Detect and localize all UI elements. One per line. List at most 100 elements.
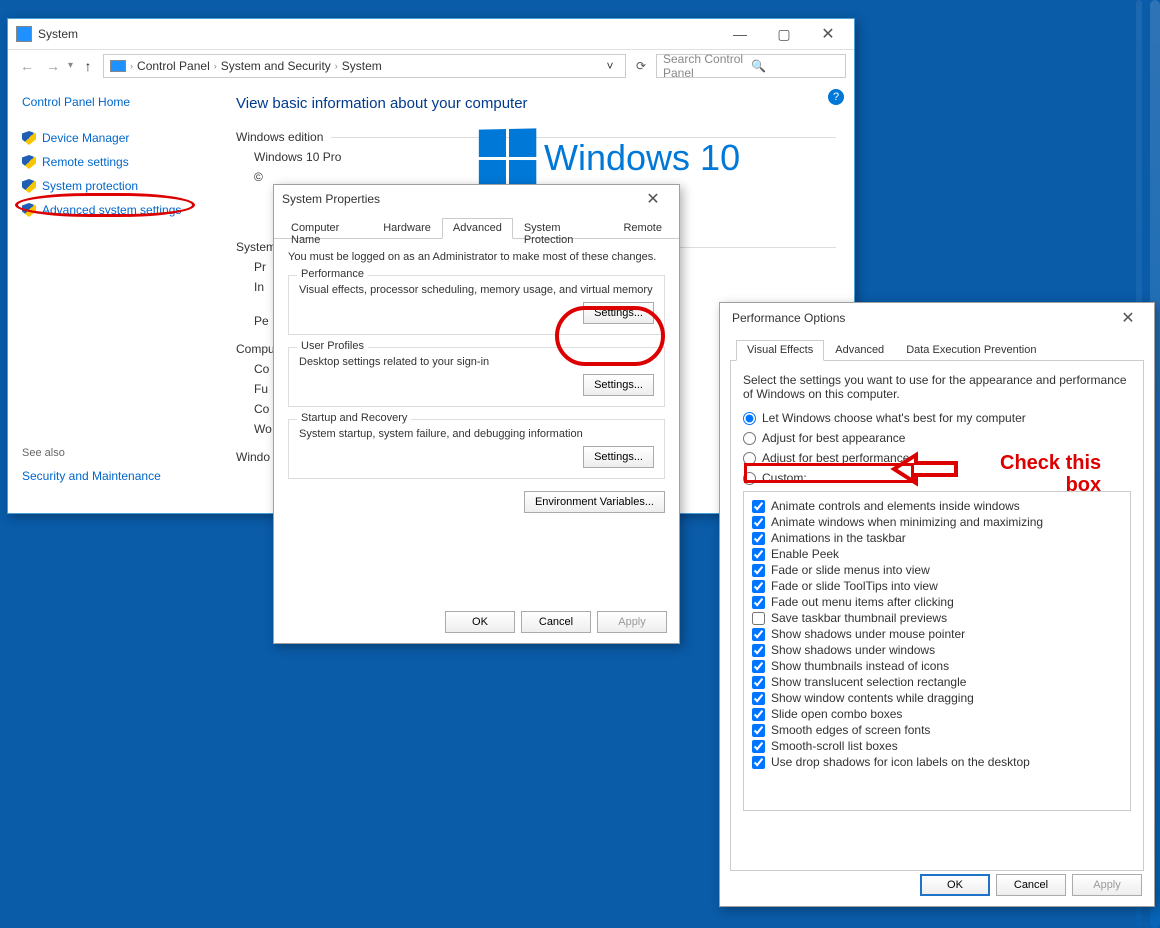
refresh-button[interactable]: ⟳ (630, 59, 652, 73)
checklist-item[interactable]: Show thumbnails instead of icons (752, 658, 1122, 674)
props-tabs: Computer Name Hardware Advanced System P… (274, 217, 679, 239)
close-button[interactable]: ✕ (806, 21, 850, 47)
apply-button[interactable]: Apply (597, 611, 667, 633)
group-title: Startup and Recovery (297, 412, 411, 424)
checklist-item[interactable]: Show window contents while dragging (752, 690, 1122, 706)
checklist-item[interactable]: Smooth edges of screen fonts (752, 722, 1122, 738)
checkbox-label: Animate controls and elements inside win… (771, 499, 1020, 513)
close-button[interactable]: ✕ (1106, 305, 1150, 331)
checkbox-input[interactable] (752, 516, 765, 529)
back-button[interactable]: ← (16, 58, 38, 74)
sidebar-link-security-maintenance[interactable]: Security and Maintenance (22, 469, 204, 483)
help-icon[interactable]: ? (828, 89, 844, 105)
admin-note: You must be logged on as an Administrato… (288, 251, 665, 263)
checkbox-input[interactable] (752, 532, 765, 545)
checklist-item[interactable]: Show translucent selection rectangle (752, 674, 1122, 690)
radio-best-appearance[interactable]: Adjust for best appearance (743, 431, 1131, 445)
checklist-item[interactable]: Fade or slide menus into view (752, 562, 1122, 578)
startup-settings-button[interactable]: Settings... (583, 446, 654, 468)
checkbox-input[interactable] (752, 580, 765, 593)
checkbox-input[interactable] (752, 596, 765, 609)
checkbox-input[interactable] (752, 548, 765, 561)
tab-remote[interactable]: Remote (612, 218, 673, 239)
tab-advanced[interactable]: Advanced (824, 340, 895, 361)
ok-button[interactable]: OK (920, 874, 990, 896)
ok-button[interactable]: OK (445, 611, 515, 633)
perf-titlebar[interactable]: Performance Options ✕ (720, 303, 1154, 333)
sidebar-link-label: Device Manager (42, 131, 129, 145)
breadcrumb-part[interactable]: System (342, 59, 382, 73)
tab-system-protection[interactable]: System Protection (513, 218, 613, 239)
checklist-item[interactable]: Fade out menu items after clicking (752, 594, 1122, 610)
close-button[interactable]: ✕ (631, 186, 675, 212)
checklist-item[interactable]: Show shadows under windows (752, 642, 1122, 658)
checkbox-label: Smooth-scroll list boxes (771, 739, 898, 753)
checkbox-input[interactable] (752, 628, 765, 641)
address-bar[interactable]: › Control Panel › System and Security › … (103, 54, 626, 78)
props-title: System Properties (282, 192, 631, 206)
history-dropdown[interactable]: ▾ (68, 60, 73, 71)
search-icon: 🔍 (751, 59, 839, 73)
cancel-button[interactable]: Cancel (996, 874, 1066, 896)
address-dropdown[interactable]: ˅ (601, 59, 619, 73)
checkbox-label: Fade out menu items after clicking (771, 595, 954, 609)
control-panel-home-link[interactable]: Control Panel Home (22, 95, 204, 109)
checkbox-input[interactable] (752, 708, 765, 721)
checklist-item[interactable]: Use drop shadows for icon labels on the … (752, 754, 1122, 770)
sidebar-link-device-manager[interactable]: Device Manager (22, 131, 204, 145)
system-title: System (38, 27, 718, 41)
user-profiles-settings-button[interactable]: Settings... (583, 374, 654, 396)
checklist-item[interactable]: Show shadows under mouse pointer (752, 626, 1122, 642)
checkbox-input[interactable] (752, 612, 765, 625)
cancel-button[interactable]: Cancel (521, 611, 591, 633)
checkbox-label: Use drop shadows for icon labels on the … (771, 755, 1030, 769)
tab-visual-effects[interactable]: Visual Effects (736, 340, 824, 361)
group-desc: Visual effects, processor scheduling, me… (299, 284, 654, 296)
breadcrumb-part[interactable]: Control Panel (137, 59, 210, 73)
checkbox-input[interactable] (752, 500, 765, 513)
sidebar-link-system-protection[interactable]: System protection (22, 179, 204, 193)
checkbox-input[interactable] (752, 676, 765, 689)
checklist-item[interactable]: Fade or slide ToolTips into view (752, 578, 1122, 594)
tab-dep[interactable]: Data Execution Prevention (895, 340, 1047, 361)
up-button[interactable]: ↑ (77, 58, 99, 74)
page-heading: View basic information about your comput… (236, 95, 836, 112)
apply-button[interactable]: Apply (1072, 874, 1142, 896)
checkbox-input[interactable] (752, 644, 765, 657)
breadcrumb-part[interactable]: System and Security (221, 59, 331, 73)
checklist-item[interactable]: Save taskbar thumbnail previews (752, 610, 1122, 626)
checkbox-input[interactable] (752, 564, 765, 577)
visual-effects-checklist[interactable]: Animate controls and elements inside win… (743, 491, 1131, 811)
props-titlebar[interactable]: System Properties ✕ (274, 185, 679, 213)
checkbox-input[interactable] (752, 724, 765, 737)
radio-input[interactable] (743, 412, 756, 425)
tab-advanced[interactable]: Advanced (442, 218, 513, 239)
sidebar-link-remote-settings[interactable]: Remote settings (22, 155, 204, 169)
checklist-item[interactable]: Slide open combo boxes (752, 706, 1122, 722)
checklist-item[interactable]: Animate windows when minimizing and maxi… (752, 514, 1122, 530)
environment-variables-button[interactable]: Environment Variables... (524, 491, 665, 513)
maximize-button[interactable]: ▢ (762, 21, 806, 47)
checkbox-label: Show shadows under windows (771, 643, 935, 657)
system-titlebar[interactable]: System — ▢ ✕ (8, 19, 854, 49)
perf-tabs: Visual Effects Advanced Data Execution P… (730, 339, 1144, 361)
checklist-item[interactable]: Animate controls and elements inside win… (752, 498, 1122, 514)
checklist-item[interactable]: Animations in the taskbar (752, 530, 1122, 546)
checklist-item[interactable]: Enable Peek (752, 546, 1122, 562)
tab-hardware[interactable]: Hardware (372, 218, 442, 239)
checkbox-label: Fade or slide menus into view (771, 563, 930, 577)
checkbox-input[interactable] (752, 740, 765, 753)
monitor-icon (110, 60, 126, 72)
checklist-item[interactable]: Smooth-scroll list boxes (752, 738, 1122, 754)
search-input[interactable]: Search Control Panel 🔍 (656, 54, 846, 78)
tab-computer-name[interactable]: Computer Name (280, 218, 372, 239)
minimize-button[interactable]: — (718, 21, 762, 47)
forward-button[interactable]: → (42, 58, 64, 74)
radio-input[interactable] (743, 432, 756, 445)
chevron-right-icon: › (214, 61, 217, 71)
monitor-icon (16, 26, 32, 42)
checkbox-input[interactable] (752, 692, 765, 705)
checkbox-input[interactable] (752, 660, 765, 673)
checkbox-input[interactable] (752, 756, 765, 769)
radio-let-windows[interactable]: Let Windows choose what's best for my co… (743, 411, 1131, 425)
